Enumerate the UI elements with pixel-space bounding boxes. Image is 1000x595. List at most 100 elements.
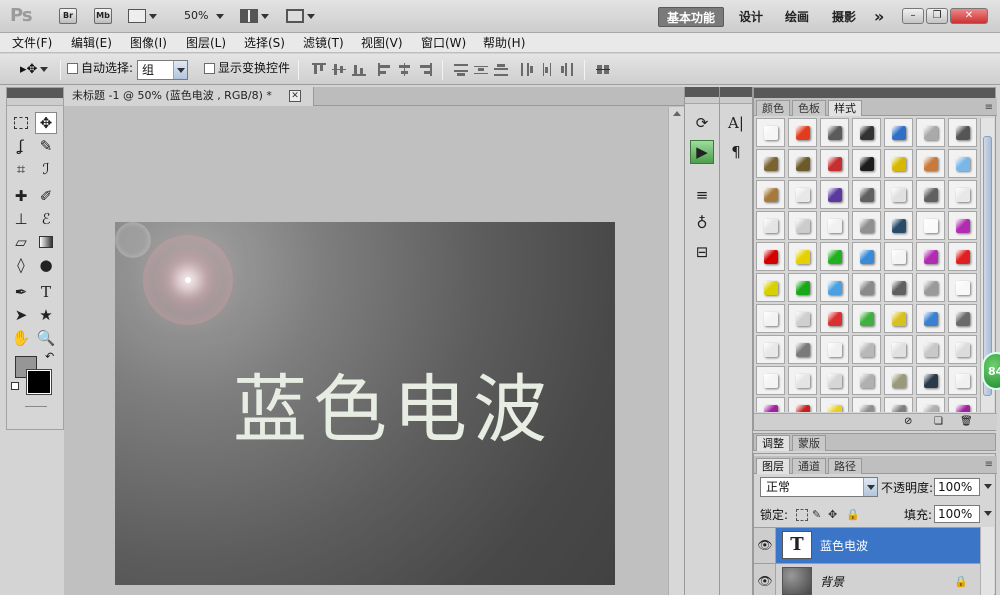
background-layer-thumbnail[interactable] [782, 567, 812, 595]
style-swatch[interactable] [820, 273, 849, 302]
clone-source-panel-icon[interactable]: ♁ [690, 211, 714, 235]
tools-panel-grip[interactable] [7, 98, 63, 106]
crop-tool-icon[interactable]: ⌗ [10, 158, 32, 180]
style-swatch[interactable] [884, 273, 913, 302]
style-swatch[interactable] [852, 180, 881, 209]
layer-name[interactable]: 背景 [820, 575, 844, 589]
tab-adjustments[interactable]: 调整 [756, 435, 790, 451]
menu-view[interactable]: 视图(V) [361, 35, 403, 51]
lock-all-icon[interactable]: 🔒 [846, 509, 860, 521]
workspace-photography-button[interactable]: 摄影 [824, 7, 864, 27]
workspace-painting-button[interactable]: 绘画 [777, 7, 817, 27]
menu-layer[interactable]: 图层(L) [186, 35, 226, 51]
style-swatch[interactable] [820, 149, 849, 178]
view-extras-dropdown[interactable] [128, 8, 157, 24]
align-bottom-edges-icon[interactable] [352, 63, 366, 76]
dodge-tool-icon[interactable]: ● [35, 254, 57, 276]
style-swatch[interactable] [916, 180, 945, 209]
more-workspaces-button[interactable]: » [866, 7, 892, 27]
actions-panel-icon[interactable]: ▶ [690, 140, 714, 164]
brush-presets-panel-icon[interactable]: ≡ [690, 183, 714, 207]
clone-stamp-tool-icon[interactable]: ⊥ [10, 208, 32, 230]
auto-align-layers-icon[interactable] [596, 63, 610, 76]
style-swatch[interactable] [756, 211, 785, 240]
tab-channels[interactable]: 通道 [792, 458, 826, 474]
style-swatch[interactable] [948, 273, 977, 302]
move-tool-icon[interactable]: ✥ [35, 112, 57, 134]
panel-menu-icon[interactable]: ≡ [985, 459, 993, 470]
style-swatch[interactable] [756, 273, 785, 302]
style-swatch[interactable] [788, 242, 817, 271]
style-swatch[interactable] [916, 397, 945, 412]
tab-masks[interactable]: 蒙版 [792, 435, 826, 451]
close-button[interactable]: ✕ [950, 8, 988, 24]
menu-filter[interactable]: 滤镜(T) [303, 35, 344, 51]
style-swatch[interactable] [756, 366, 785, 395]
style-swatch[interactable] [852, 397, 881, 412]
distribute-right-edges-icon[interactable] [560, 63, 574, 76]
menu-image[interactable]: 图像(I) [130, 35, 167, 51]
menu-edit[interactable]: 编辑(E) [71, 35, 112, 51]
layer-row[interactable]: 👁 T 蓝色电波 [754, 527, 980, 564]
style-swatch[interactable] [820, 335, 849, 364]
style-swatch[interactable] [820, 118, 849, 147]
style-swatch[interactable] [852, 273, 881, 302]
layer-row[interactable]: 👁 背景 🔒 [754, 563, 980, 595]
paragraph-panel-icon[interactable]: ¶ [724, 140, 748, 164]
style-swatch[interactable] [852, 304, 881, 333]
notification-badge[interactable]: 84 [982, 352, 1000, 390]
align-right-edges-icon[interactable] [418, 63, 432, 76]
style-swatch[interactable] [916, 211, 945, 240]
style-swatch[interactable] [948, 211, 977, 240]
tab-layers[interactable]: 图层 [756, 458, 790, 474]
style-swatch[interactable] [948, 118, 977, 147]
background-color-swatch[interactable] [26, 369, 52, 395]
opacity-input[interactable]: 100% [934, 478, 992, 496]
style-swatch[interactable] [916, 149, 945, 178]
eyedropper-tool-icon[interactable]: ℐ [35, 158, 57, 180]
tools-panel-header[interactable] [7, 88, 63, 98]
style-swatch[interactable] [884, 242, 913, 271]
style-swatch[interactable] [916, 273, 945, 302]
spot-healing-brush-tool-icon[interactable]: ✚ [10, 185, 32, 207]
menu-file[interactable]: 文件(F) [12, 35, 52, 51]
style-swatch[interactable] [788, 335, 817, 364]
document-tab[interactable]: 未标题 -1 @ 50% (蓝色电波 , RGB/8) * ✕ [64, 87, 314, 106]
pen-tool-icon[interactable]: ✒ [10, 281, 32, 303]
style-swatch[interactable] [948, 242, 977, 271]
style-swatch[interactable] [884, 149, 913, 178]
style-swatch[interactable] [852, 335, 881, 364]
style-swatch[interactable] [916, 335, 945, 364]
gradient-tool-icon[interactable] [35, 231, 57, 253]
document-vertical-scrollbar[interactable] [668, 107, 684, 595]
distribute-left-edges-icon[interactable] [520, 63, 534, 76]
history-panel-icon[interactable]: ⟳ [690, 111, 714, 135]
tab-styles[interactable]: 样式 [828, 100, 862, 116]
delete-style-icon[interactable]: 🗑 [960, 416, 973, 427]
style-swatch[interactable] [948, 149, 977, 178]
distribute-top-edges-icon[interactable] [454, 63, 468, 76]
document-canvas[interactable]: 蓝色电波 [115, 222, 615, 585]
menu-select[interactable]: 选择(S) [244, 35, 285, 51]
menu-help[interactable]: 帮助(H) [483, 35, 525, 51]
style-swatch[interactable] [948, 366, 977, 395]
clear-style-icon[interactable]: ⊘ [904, 416, 912, 427]
lasso-tool-icon[interactable]: ʆ [10, 135, 32, 157]
style-swatch[interactable] [820, 242, 849, 271]
tab-swatches[interactable]: 色板 [792, 100, 826, 116]
eye-visibility-icon[interactable]: 👁 [757, 537, 773, 553]
style-swatch[interactable] [820, 366, 849, 395]
style-swatch[interactable] [852, 118, 881, 147]
blend-mode-select[interactable]: 正常 [760, 477, 878, 497]
blur-tool-icon[interactable]: ◊ [10, 254, 32, 276]
screen-mode-dropdown[interactable] [286, 8, 315, 24]
panel-menu-icon[interactable]: ≡ [985, 102, 993, 113]
tool-presets-panel-icon[interactable]: ⊟ [690, 240, 714, 264]
style-swatch[interactable] [884, 397, 913, 412]
style-swatch[interactable] [820, 304, 849, 333]
default-colors-icon[interactable] [11, 382, 19, 390]
distribute-bottom-edges-icon[interactable] [494, 63, 508, 76]
style-swatch[interactable] [788, 366, 817, 395]
style-swatch[interactable] [916, 242, 945, 271]
restore-button[interactable]: ❐ [926, 8, 948, 24]
